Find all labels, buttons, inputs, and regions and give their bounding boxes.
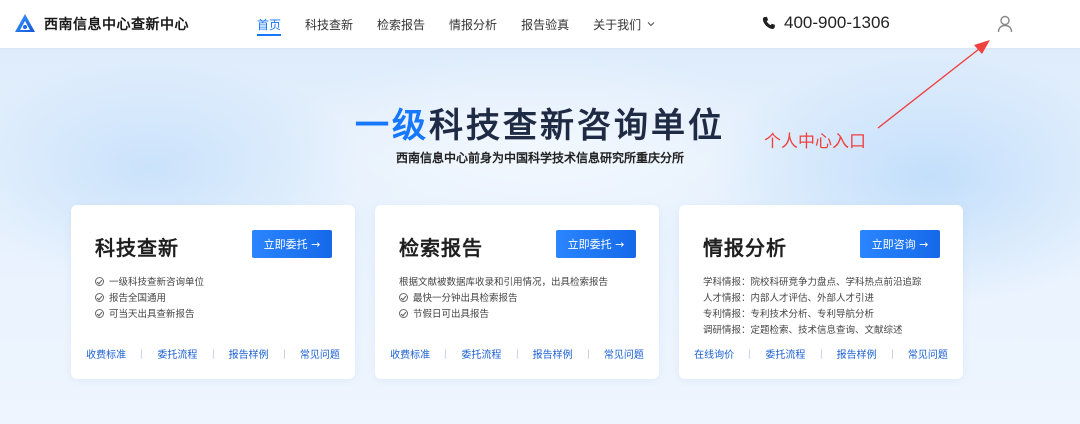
- card-title: 检索报告: [399, 236, 483, 260]
- hero-title-accent: 一级: [355, 106, 429, 146]
- service-card-search-report: 检索报告 立即委托 → 根据文献被数据库收录和引用情况，出具检索报告 最快一分钟…: [375, 205, 659, 379]
- divider: [283, 348, 285, 359]
- card-links: 收费标准 委托流程 报告样例 常见问题: [375, 346, 659, 361]
- divider: [891, 348, 893, 359]
- link-process[interactable]: 委托流程: [461, 346, 501, 361]
- nav-label: 报告验真: [521, 17, 570, 32]
- link-report-sample[interactable]: 报告样例: [837, 346, 877, 361]
- check-circle-icon: [95, 292, 104, 302]
- feature-line: 节假日可出具报告: [399, 305, 649, 321]
- nav-item-novelty-search[interactable]: 科技查新: [305, 0, 353, 48]
- check-circle-icon: [399, 292, 408, 302]
- divider: [749, 348, 751, 359]
- link-fee-standard[interactable]: 收费标准: [390, 346, 430, 361]
- logo[interactable]: 西南信息中心查新中心: [14, 13, 189, 35]
- nav-item-about-us[interactable]: 关于我们: [593, 0, 655, 48]
- link-report-sample[interactable]: 报告样例: [229, 346, 269, 361]
- hero-title: 一级科技查新咨询单位: [0, 98, 1080, 147]
- link-process[interactable]: 委托流程: [157, 346, 197, 361]
- link-fee-standard[interactable]: 收费标准: [86, 346, 126, 361]
- divider: [212, 348, 214, 359]
- consult-button[interactable]: 立即咨询 →: [860, 230, 940, 258]
- feature-text: 人才情报：内部人才评估、外部人才引进: [703, 293, 875, 304]
- feature-text: 最快一分钟出具检索报告: [413, 293, 518, 304]
- feature-line: 调研情报：定题检索、技术信息查询、文献综述: [703, 321, 953, 337]
- card-title: 科技查新: [95, 236, 179, 260]
- feature-line: 专利情报：专利技术分析、专利导航分析: [703, 305, 953, 321]
- card-title: 情报分析: [703, 236, 787, 260]
- divider: [516, 348, 518, 359]
- card-links: 收费标准 委托流程 报告样例 常见问题: [71, 346, 355, 361]
- feature-text: 节假日可出具报告: [413, 309, 490, 320]
- main-nav: 首页 科技查新 检索报告 情报分析 报告验真 关于我们: [257, 0, 679, 48]
- link-faq[interactable]: 常见问题: [604, 346, 644, 361]
- nav-item-search-report[interactable]: 检索报告: [377, 0, 425, 48]
- hero-title-rest: 科技查新咨询单位: [429, 106, 725, 146]
- link-faq[interactable]: 常见问题: [300, 346, 340, 361]
- feature-text: 学科情报：院校科研竞争力盘点、学科热点前沿追踪: [703, 277, 922, 288]
- nav-item-home[interactable]: 首页: [257, 0, 282, 48]
- check-circle-icon: [95, 308, 104, 318]
- card-features: 学科情报：院校科研竞争力盘点、学科热点前沿追踪 人才情报：内部人才评估、外部人才…: [703, 273, 953, 337]
- feature-text: 根据文献被数据库收录和引用情况，出具检索报告: [399, 277, 609, 288]
- link-faq[interactable]: 常见问题: [908, 346, 948, 361]
- link-report-sample[interactable]: 报告样例: [533, 346, 573, 361]
- logo-text: 西南信息中心查新中心: [44, 17, 189, 33]
- divider: [820, 348, 822, 359]
- feature-line: 人才情报：内部人才评估、外部人才引进: [703, 289, 953, 305]
- check-circle-icon: [95, 276, 104, 286]
- entrust-button[interactable]: 立即委托 →: [252, 230, 332, 258]
- service-card-novelty-search: 科技查新 立即委托 → 一级科技查新咨询单位 报告全国通用 可当天出具查新报告 …: [71, 205, 355, 379]
- divider: [445, 348, 447, 359]
- service-card-intelligence-analysis: 情报分析 立即咨询 → 学科情报：院校科研竞争力盘点、学科热点前沿追踪 人才情报…: [679, 205, 963, 379]
- nav-label: 关于我们: [593, 17, 642, 32]
- feature-line: 学科情报：院校科研竞争力盘点、学科热点前沿追踪: [703, 273, 953, 289]
- feature-text: 专利情报：专利技术分析、专利导航分析: [703, 309, 875, 320]
- divider: [587, 348, 589, 359]
- feature-line: 报告全国通用: [95, 289, 345, 305]
- nav-label: 情报分析: [449, 17, 498, 32]
- chevron-down-icon: [647, 22, 655, 27]
- feature-line: 根据文献被数据库收录和引用情况，出具检索报告: [399, 273, 649, 289]
- nav-item-intelligence-analysis[interactable]: 情报分析: [449, 0, 497, 48]
- card-features: 根据文献被数据库收录和引用情况，出具检索报告 最快一分钟出具检索报告 节假日可出…: [399, 273, 649, 321]
- nav-label: 科技查新: [305, 17, 354, 32]
- feature-text: 报告全国通用: [109, 293, 167, 304]
- feature-text: 一级科技查新咨询单位: [109, 277, 205, 288]
- feature-line: 最快一分钟出具检索报告: [399, 289, 649, 305]
- divider: [141, 348, 143, 359]
- phone-icon: [762, 16, 775, 29]
- entrust-button[interactable]: 立即委托 →: [556, 230, 636, 258]
- feature-text: 可当天出具查新报告: [109, 309, 195, 320]
- card-features: 一级科技查新咨询单位 报告全国通用 可当天出具查新报告: [95, 273, 345, 321]
- link-process[interactable]: 委托流程: [765, 346, 805, 361]
- nav-label: 首页: [257, 17, 282, 32]
- link-online-quote[interactable]: 在线询价: [694, 346, 734, 361]
- feature-text: 调研情报：定题检索、技术信息查询、文献综述: [703, 325, 903, 336]
- check-circle-icon: [399, 308, 408, 318]
- hero-subtitle: 西南信息中心前身为中国科学技术信息研究所重庆分所: [395, 151, 684, 165]
- logo-icon: [15, 14, 35, 32]
- feature-line: 一级科技查新咨询单位: [95, 273, 345, 289]
- nav-item-report-verify[interactable]: 报告验真: [521, 0, 569, 48]
- card-links: 在线询价 委托流程 报告样例 常见问题: [679, 346, 963, 361]
- nav-label: 检索报告: [377, 17, 426, 32]
- feature-line: 可当天出具查新报告: [95, 305, 345, 321]
